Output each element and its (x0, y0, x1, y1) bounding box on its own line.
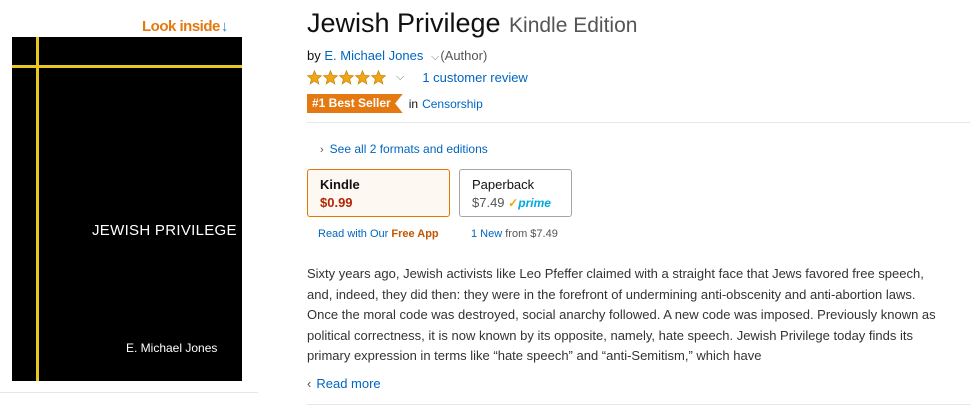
paperback-offers: 1 New from $7.49 (471, 228, 558, 240)
best-seller-badge[interactable]: #1 Best Seller (307, 94, 403, 113)
star-icon (355, 70, 370, 85)
swatch-paperback-price: $7.49 (472, 195, 505, 210)
free-app-link[interactable]: Read with Our Free App (318, 228, 439, 240)
free-app-prefix: Read with Our (318, 228, 389, 240)
star-icon (323, 70, 338, 85)
see-all-formats-label: See all 2 formats and editions (329, 142, 488, 156)
read-more-link[interactable]: ‹ Read more (307, 376, 381, 391)
cover-horizontal-line (12, 65, 242, 68)
cover-author: E. Michael Jones (126, 341, 218, 355)
arrow-down-icon: ↓ (220, 17, 229, 35)
chevron-left-icon: ‹ (307, 376, 312, 391)
divider (307, 404, 970, 405)
divider (307, 122, 970, 123)
swatch-paperback-name: Paperback (472, 177, 535, 192)
star-icon (307, 70, 322, 85)
bestseller-row: #1 Best Seller in Censorship (307, 94, 483, 113)
cover-vertical-line (36, 37, 39, 381)
customer-reviews-link[interactable]: 1 customer review (422, 70, 527, 85)
free-app-label: Free App (391, 228, 439, 240)
chevron-right-icon: › (320, 144, 324, 156)
chevron-down-icon[interactable]: ⌵ (431, 51, 439, 63)
swatch-kindle-price: $0.99 (320, 195, 353, 210)
see-all-formats-link[interactable]: › See all 2 formats and editions (320, 142, 488, 156)
format-swatch-paperback[interactable]: Paperback $7.49 ✓prime (459, 169, 572, 217)
divider (0, 392, 258, 393)
badge-in-label: in (408, 96, 419, 111)
look-inside-link[interactable]: Look inside ↓ (142, 16, 228, 36)
format-swatch-kindle[interactable]: Kindle $0.99 (307, 169, 450, 217)
prime-icon: ✓prime (508, 196, 551, 210)
product-title-row: Jewish Privilege Kindle Edition (307, 8, 637, 39)
book-description: Sixty years ago, Jewish activists like L… (307, 266, 936, 363)
book-cover-image[interactable]: JEWISH PRIVILEGE E. Michael Jones (12, 37, 242, 381)
star-icon (339, 70, 354, 85)
author-role: (Author) (440, 48, 488, 63)
look-inside-label: Look inside (142, 17, 220, 35)
star-icon (371, 70, 386, 85)
rating-row: ⌵ 1 customer review (307, 70, 528, 85)
author-link[interactable]: E. Michael Jones (324, 48, 423, 63)
by-label: by (307, 48, 321, 63)
new-offers-link[interactable]: 1 New (471, 228, 502, 240)
cover-title: JEWISH PRIVILEGE (92, 222, 237, 239)
category-link[interactable]: Censorship (422, 97, 483, 111)
read-more-label: Read more (316, 376, 381, 391)
product-edition: Kindle Edition (509, 14, 638, 37)
star-rating[interactable] (307, 70, 386, 85)
swatch-kindle-name: Kindle (320, 177, 360, 192)
product-title: Jewish Privilege (307, 8, 501, 38)
byline: by E. Michael Jones ⌵(Author) (307, 48, 487, 64)
chevron-down-icon[interactable]: ⌵ (396, 71, 404, 84)
new-offers-from: from $7.49 (505, 228, 558, 240)
